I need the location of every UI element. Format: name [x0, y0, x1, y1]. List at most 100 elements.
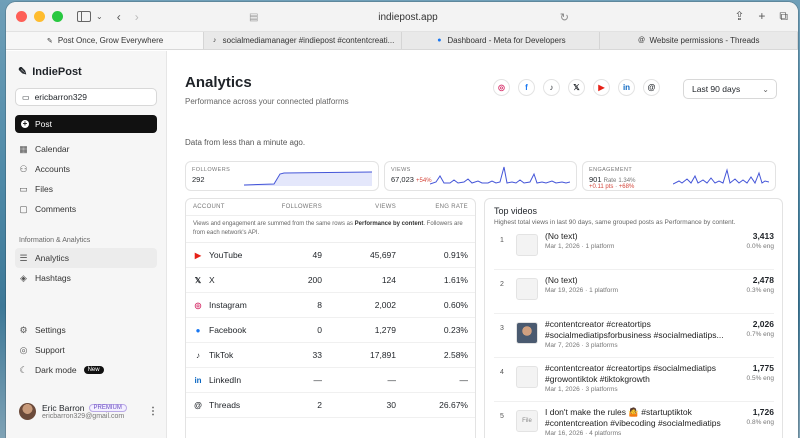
video-eng: 0.0% eng [746, 243, 774, 250]
close-window-button[interactable] [16, 11, 27, 22]
linkedin-icon[interactable]: in [618, 79, 635, 96]
table-row[interactable]: ● Facebook 0 1,279 0.23% [186, 318, 475, 343]
table-row[interactable]: @ Threads 2 30 26.67% [186, 393, 475, 418]
video-text: I don't make the rules 🤷 #startuptiktok … [545, 407, 721, 428]
tab-tiktok[interactable]: ♪ socialmediamanager #indiepost #content… [204, 32, 402, 49]
user-card[interactable]: Eric Barron PREMIUM ericbarron329@gmail.… [19, 403, 158, 420]
list-item[interactable]: 3 #contentcreator #creatortips #socialme… [494, 319, 774, 357]
views-sparkline [430, 166, 570, 185]
facebook-icon: ● [195, 325, 201, 335]
video-views: 1,726 [752, 407, 774, 417]
youtube-icon[interactable]: ▶ [593, 79, 610, 96]
sidebar-item-label: Analytics [35, 253, 70, 263]
facebook-icon: ● [437, 37, 442, 44]
divider [494, 269, 774, 270]
engagement-value: 901 [589, 175, 602, 184]
col-followers[interactable]: FOLLOWERS [260, 204, 322, 210]
eng-cell: 26.67% [439, 400, 468, 410]
tab-threads[interactable]: @ Website permissions - Threads [600, 32, 798, 49]
divider [494, 401, 774, 402]
database-icon: ☰ [19, 252, 28, 263]
video-meta: Mar 16, 2026 · 4 platforms [545, 430, 622, 437]
tab-label: Website permissions - Threads [649, 36, 760, 45]
tab-indiepost[interactable]: ✎ Post Once, Grow Everywhere [6, 32, 204, 49]
sidebar-item-settings[interactable]: ⚙ Settings [15, 320, 157, 340]
video-meta: Mar 19, 2026 · 1 platform [545, 287, 618, 294]
sidebar-item-support[interactable]: ◎ Support [15, 340, 157, 360]
calendar-icon: ▦ [19, 143, 28, 154]
instagram-icon[interactable]: ◎ [493, 79, 510, 96]
rank: 3 [500, 325, 504, 332]
threads-icon[interactable]: @ [643, 79, 660, 96]
col-eng-rate[interactable]: ENG RATE [396, 204, 468, 210]
user-email: ericbarron329@gmail.com [42, 413, 125, 420]
zoom-window-button[interactable] [52, 11, 63, 22]
table-row[interactable]: ♪ TikTok 33 17,891 2.58% [186, 343, 475, 368]
linkedin-icon: in [194, 375, 202, 385]
followers-cell: 0 [317, 325, 322, 335]
avatar [19, 403, 36, 420]
table-row[interactable]: ▶ YouTube 49 45,697 0.91% [186, 243, 475, 268]
video-text: #contentcreator #creatortips #socialmedi… [545, 319, 724, 340]
folder-icon: ▭ [19, 183, 28, 194]
list-item[interactable]: 4 #contentcreator #creatortips #socialme… [494, 363, 774, 401]
network-filter: ◎ f ♪ 𝕏 ▶ in @ [493, 79, 660, 96]
video-eng: 0.8% eng [746, 419, 774, 426]
list-item[interactable]: 5 File I don't make the rules 🤷 #startup… [494, 407, 774, 438]
sidebar-toggle-icon[interactable]: ⌄ [77, 11, 103, 22]
post-button[interactable]: + Post [15, 115, 157, 133]
tab-bar: ✎ Post Once, Grow Everywhere ♪ socialmed… [6, 32, 798, 50]
account-icon: ▭ [22, 92, 30, 102]
table-row[interactable]: ◎ Instagram 8 2,002 0.60% [186, 293, 475, 318]
video-meta: Mar 1, 2026 · 1 platform [545, 243, 615, 250]
brand[interactable]: ✎ IndiePost [18, 65, 157, 79]
new-tab-icon[interactable]: + [758, 9, 765, 24]
sidebar-item-files[interactable]: ▭ Files [15, 179, 157, 199]
minimize-window-button[interactable] [34, 11, 45, 22]
account-name: Instagram [209, 300, 247, 310]
more-options-icon[interactable]: ⋮ [148, 406, 158, 417]
sidebar-item-label: Accounts [35, 164, 70, 174]
date-range-select[interactable]: Last 90 days ⌄ [683, 79, 777, 99]
sidebar-item-dark-mode[interactable]: ☾ Dark mode New [15, 360, 157, 380]
tab-meta-dashboard[interactable]: ● Dashboard - Meta for Developers [402, 32, 600, 49]
views-cell: 45,697 [370, 250, 396, 260]
top-videos-panel: Top videos Highest total views in last 9… [484, 198, 783, 438]
col-views[interactable]: VIEWS [322, 204, 396, 210]
sidebar-item-calendar[interactable]: ▦ Calendar [15, 139, 157, 159]
x-icon[interactable]: 𝕏 [568, 79, 585, 96]
table-row[interactable]: 𝕏X 200 124 1.61% [186, 268, 475, 293]
list-item[interactable]: 2 (No text) Mar 19, 2026 · 1 platform 2,… [494, 275, 774, 313]
forward-icon[interactable]: › [135, 10, 139, 24]
video-text: #contentcreator #creatortips #socialmedi… [545, 363, 717, 384]
account-name: Facebook [209, 325, 247, 335]
instagram-icon: ◎ [194, 300, 202, 310]
tab-label: Dashboard - Meta for Developers [447, 36, 566, 45]
reload-icon[interactable]: ↻ [560, 11, 569, 24]
col-account[interactable]: ACCOUNT [193, 204, 260, 210]
sidebar-item-comments[interactable]: ▢ Comments [15, 199, 157, 219]
sidebar-item-analytics[interactable]: ☰ Analytics [15, 248, 157, 268]
note-text: Views and engagement are summed from the… [193, 221, 355, 227]
top-videos-subtitle: Highest total views in last 90 days, sam… [494, 219, 736, 226]
account-name: TikTok [209, 350, 234, 360]
address-bar[interactable]: ▤ indiepost.app ↻ [243, 7, 573, 27]
rank: 1 [500, 237, 504, 244]
tiktok-icon[interactable]: ♪ [543, 79, 560, 96]
views-cell: 30 [386, 400, 396, 410]
views-value: 67,023 [391, 175, 414, 184]
sidebar-item-hashtags[interactable]: ◈ Hashtags [15, 268, 157, 288]
account-selector[interactable]: ▭ ericbarron329 [15, 88, 157, 106]
back-icon[interactable]: ‹ [117, 10, 121, 24]
tab-label: socialmediamanager #indiepost #contentcr… [222, 36, 395, 45]
share-icon[interactable]: ⇪ [734, 9, 744, 24]
facebook-icon[interactable]: f [518, 79, 535, 96]
followers-sparkline [244, 171, 372, 186]
video-thumbnail [516, 234, 538, 256]
sidebar-item-accounts[interactable]: ⚇ Accounts [15, 159, 157, 179]
tab-overview-icon[interactable]: ⧉ [779, 9, 788, 24]
followers-card: FOLLOWERS 292 [185, 161, 379, 191]
accounts-table: ACCOUNT FOLLOWERS VIEWS ENG RATE Views a… [185, 198, 476, 438]
table-row[interactable]: in LinkedIn — — — [186, 368, 475, 393]
list-item[interactable]: 1 (No text) Mar 1, 2026 · 1 platform 3,4… [494, 231, 774, 269]
